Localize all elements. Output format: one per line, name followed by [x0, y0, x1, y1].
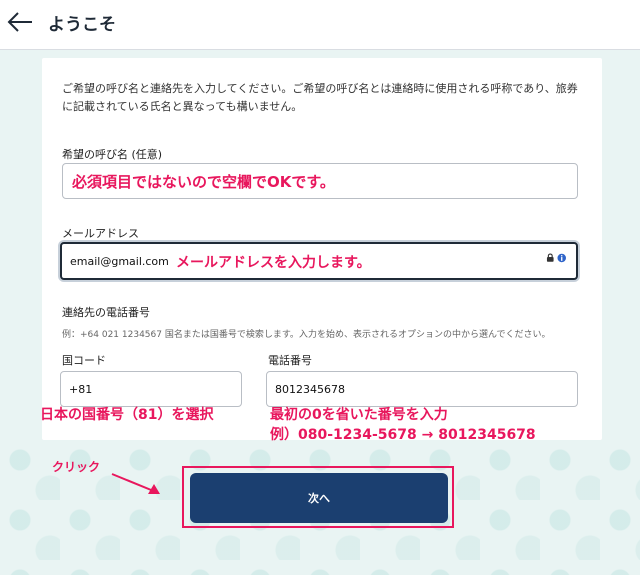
next-button[interactable]: 次へ [190, 473, 448, 523]
email-annotation: メールアドレスを入力します。 [176, 255, 371, 271]
phone-hint: 例：+64 021 1234567 国名または国番号で検索します。入力を始め、表… [62, 330, 551, 340]
country-code-select[interactable]: +81 [60, 371, 242, 407]
page-header: ようこそ [0, 0, 640, 50]
phone-number-annotation-1: 最初の0を省いた番号を入力 [270, 407, 448, 423]
email-label: メールアドレス [62, 227, 139, 240]
email-value: email@gmail.com [70, 254, 169, 268]
phone-number-annotation-2: 例）080-1234-5678 → 8012345678 [270, 427, 536, 443]
info-icon [557, 253, 566, 263]
click-arrow-icon [111, 473, 160, 494]
back-arrow-icon[interactable] [6, 10, 34, 34]
phone-number-label: 電話番号 [268, 354, 312, 367]
country-code-label: 国コード [62, 354, 106, 367]
preferred-name-label: 希望の呼び名 (任意) [62, 148, 163, 161]
country-code-annotation: 日本の国番号（81）を選択 [40, 407, 214, 423]
intro-text: ご希望の呼び名と連絡先を入力してください。ご希望の呼び名とは連絡時に使用される呼… [62, 82, 578, 113]
click-annotation: クリック [52, 460, 101, 474]
form-card: ご希望の呼び名と連絡先を入力してください。ご希望の呼び名とは連絡時に使用される呼… [42, 58, 602, 440]
phone-section-label: 連絡先の電話番号 [62, 306, 150, 319]
password-manager-icon[interactable] [546, 252, 566, 264]
preferred-name-annotation: 必須項目ではないので空欄でOKです。 [72, 173, 335, 191]
lock-icon [546, 253, 554, 262]
page-title: ようこそ [48, 15, 116, 35]
phone-number-input[interactable]: 8012345678 [266, 371, 578, 407]
